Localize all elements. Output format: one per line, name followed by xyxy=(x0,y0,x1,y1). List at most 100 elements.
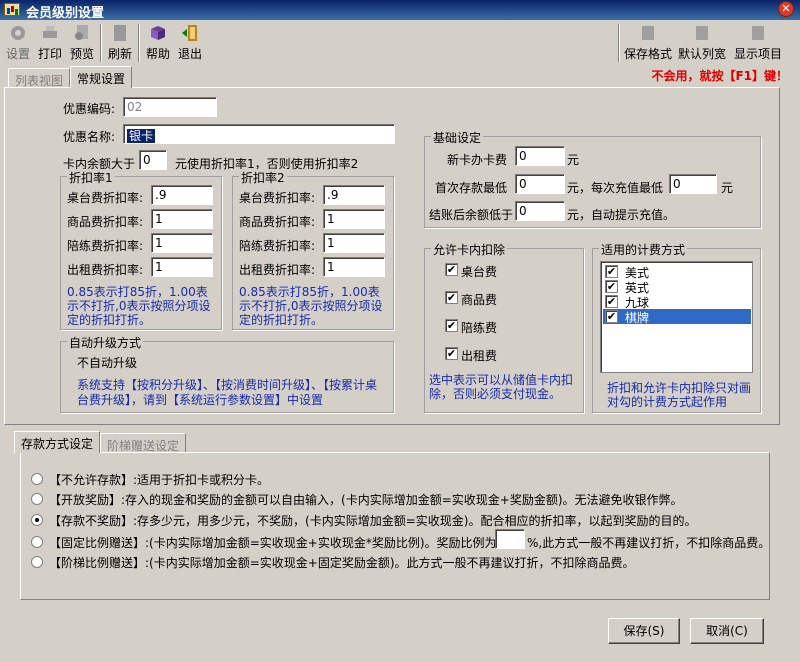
code-field[interactable]: 02 xyxy=(123,97,217,117)
book-icon xyxy=(151,26,165,40)
print-label: 打印 xyxy=(37,47,62,61)
cancel-button[interactable]: 取消(C) xyxy=(690,618,764,644)
deposit-option-open-reward-title: 【开放奖励】 xyxy=(49,493,122,507)
rate1-coach-field[interactable]: 1 xyxy=(151,233,213,253)
gear-icon xyxy=(11,26,25,40)
general-panel: 优惠编码: 02 优惠名称: 银卡 卡内余额大于 0 元使用折扣率1，否则使用折… xyxy=(4,87,780,425)
deposit-option-no-reward[interactable]: 【存款不奖励】:存多少元，用多少元，不奖励，(卡内实际增加金额=实收现金)。配合… xyxy=(49,512,696,529)
each-deposit-field[interactable]: 0 xyxy=(669,174,717,194)
tab-ladder-gift[interactable]: 阶梯赠送设定 xyxy=(100,433,187,453)
print-button[interactable]: 打印 xyxy=(36,23,64,65)
name-label: 优惠名称: xyxy=(63,130,116,144)
low-balance-suffix: 元，自动提示充值。 xyxy=(567,208,676,222)
tab-list-view[interactable]: 列表视图 xyxy=(8,68,71,88)
billing-cards-checkbox[interactable]: ✔ xyxy=(605,310,618,323)
exit-label: 退出 xyxy=(177,47,202,61)
preview-button[interactable]: 预览 xyxy=(68,23,96,65)
columns-icon xyxy=(696,26,708,40)
save-format-button[interactable]: 保存格式 xyxy=(622,23,674,65)
name-field[interactable]: 银卡 xyxy=(123,124,395,144)
tab-deposit-method[interactable]: 存款方式设定 xyxy=(14,431,101,453)
billing-methods-title: 适用的计费方式 xyxy=(599,241,688,258)
allow-deduct-group: 允许卡内扣除 ✔ 桌台费 ✔ 商品费 ✔ 陪练费 ✔ 出租费 选中表示可以从储值… xyxy=(424,241,584,413)
deposit-option-ladder-ratio-desc: :(卡内实际增加金额=实收现金+固定奖励金额)。此方式一般不再建议打折，不扣除商… xyxy=(145,556,635,570)
app-icon xyxy=(4,3,20,16)
rate2-table-label: 桌台费折扣率: xyxy=(239,191,316,205)
low-balance-field[interactable]: 0 xyxy=(515,201,565,221)
new-card-fee-field[interactable]: 0 xyxy=(515,146,565,166)
default-columns-label: 默认列宽 xyxy=(677,47,726,61)
billing-english-checkbox[interactable]: ✔ xyxy=(605,280,618,293)
deposit-option-fixed-ratio[interactable]: 【固定比例赠送】:(卡内实际增加金额=实收现金+实收现金*奖励比例)。奖励比例为 xyxy=(49,534,497,551)
discount-rate1-group: 折扣率1 桌台费折扣率: .9 商品费折扣率: 1 陪练费折扣率: 1 出租费折… xyxy=(60,169,222,330)
deposit-option-ladder-ratio-radio[interactable] xyxy=(31,556,43,568)
deposit-option-no-reward-radio[interactable] xyxy=(31,514,43,526)
billing-methods-group: 适用的计费方式 ✔ 美式 ✔ 英式 ✔ 九球 ✔ 棋牌 折扣和允许卡内扣除只对画… xyxy=(592,241,761,413)
title-bar: 会员级别设置 ✕ xyxy=(0,0,800,21)
deduct-table-checkbox[interactable]: ✔ xyxy=(445,263,458,276)
discount-rate2-title: 折扣率2 xyxy=(239,169,287,186)
first-deposit-field[interactable]: 0 xyxy=(515,174,565,194)
discount-rate1-title: 折扣率1 xyxy=(67,169,115,186)
deduct-rental-checkbox[interactable]: ✔ xyxy=(445,347,458,360)
auto-upgrade-note: 系统支持【按积分升级】、【按消费时间升级】、【按累计桌台费升级】，请到【系统运行… xyxy=(77,378,378,407)
preview-icon xyxy=(75,25,88,40)
rate2-goods-field[interactable]: 1 xyxy=(323,209,385,229)
exit-button[interactable]: 退出 xyxy=(176,23,204,65)
default-columns-button[interactable]: 默认列宽 xyxy=(676,23,728,65)
show-items-label: 显示项目 xyxy=(733,47,782,61)
rate1-table-field[interactable]: .9 xyxy=(151,185,213,205)
billing-item-american[interactable]: ✔ 美式 xyxy=(603,264,751,280)
help-button[interactable]: 帮助 xyxy=(144,23,172,65)
deposit-method-panel: 【不允许存款】:适用于折扣卡或积分卡。 【开放奖励】:存入的现金和奖励的金额可以… xyxy=(20,452,770,600)
rate2-coach-field[interactable]: 1 xyxy=(323,233,385,253)
rate2-rental-label: 出租费折扣率: xyxy=(239,263,316,277)
new-card-fee-unit: 元 xyxy=(567,153,580,167)
deduct-coach-checkbox[interactable]: ✔ xyxy=(445,319,458,332)
billing-item-nineball[interactable]: ✔ 九球 xyxy=(603,294,751,310)
toolbar-separator xyxy=(100,24,102,62)
name-value: 银卡 xyxy=(127,129,156,143)
deposit-option-no-reward-title: 【存款不奖励】 xyxy=(49,514,134,528)
billing-item-cards[interactable]: ✔ 棋牌 xyxy=(603,309,751,325)
rate1-goods-field[interactable]: 1 xyxy=(151,209,213,229)
help-label: 帮助 xyxy=(145,47,170,61)
deposit-option-no-deposit[interactable]: 【不允许存款】:适用于折扣卡或积分卡。 xyxy=(49,471,269,488)
refresh-button[interactable]: 刷新 xyxy=(106,23,134,65)
rate1-coach-label: 陪练费折扣率: xyxy=(67,239,144,253)
rate2-rental-field[interactable]: 1 xyxy=(323,257,385,277)
close-button[interactable]: ✕ xyxy=(778,1,794,17)
auto-upgrade-value[interactable]: 不自动升级 xyxy=(77,354,137,371)
settings-label: 设置 xyxy=(5,47,30,61)
deposit-option-no-deposit-desc: :适用于折扣卡或积分卡。 xyxy=(133,473,270,487)
auto-upgrade-group: 自动升级方式 不自动升级 系统支持【按积分升级】、【按消费时间升级】、【按累计桌… xyxy=(60,334,394,413)
deposit-option-open-reward[interactable]: 【开放奖励】:存入的现金和奖励的金额可以自由输入，(卡内实际增加金额=实收现金+… xyxy=(49,491,683,508)
toolbar-separator xyxy=(138,24,140,62)
reward-ratio-field[interactable] xyxy=(495,529,525,549)
deposit-option-ladder-ratio[interactable]: 【阶梯比例赠送】:(卡内实际增加金额=实收现金+固定奖励金额)。此方式一般不再建… xyxy=(49,554,635,571)
tab-general[interactable]: 常规设置 xyxy=(70,66,133,88)
reward-ratio-suffix: %,此方式一般不再建议打折，不扣除商品费。 xyxy=(527,536,771,550)
billing-methods-note: 折扣和允许卡内扣除只对画对勾的计费方式起作用 xyxy=(607,381,752,409)
first-deposit-mid: 元，每次充值最低 xyxy=(567,181,664,195)
billing-american-checkbox[interactable]: ✔ xyxy=(605,265,618,278)
deposit-option-fixed-ratio-radio[interactable] xyxy=(31,536,43,548)
balance-threshold-field[interactable]: 0 xyxy=(139,150,167,170)
rate1-rental-field[interactable]: 1 xyxy=(151,257,213,277)
deposit-option-no-deposit-radio[interactable] xyxy=(31,473,43,485)
show-items-button[interactable]: 显示项目 xyxy=(730,23,786,65)
rate1-note: 0.85表示打85折，1.00表示不打折,0表示按照分项设定的折扣打折。 xyxy=(67,285,211,327)
rate2-table-field[interactable]: .9 xyxy=(323,185,385,205)
auto-upgrade-title: 自动升级方式 xyxy=(67,334,144,351)
billing-nineball-checkbox[interactable]: ✔ xyxy=(605,295,618,308)
deduct-goods-checkbox[interactable]: ✔ xyxy=(445,291,458,304)
settings-button[interactable]: 设置 xyxy=(4,23,32,65)
billing-item-english[interactable]: ✔ 英式 xyxy=(603,279,751,295)
show-items-icon xyxy=(752,26,764,40)
deposit-option-no-reward-desc: :存多少元，用多少元，不奖励，(卡内实际增加金额=实收现金)。配合相应的折扣率，… xyxy=(133,514,697,528)
deposit-option-open-reward-radio[interactable] xyxy=(31,493,43,505)
deposit-option-no-deposit-title: 【不允许存款】 xyxy=(49,473,134,487)
billing-methods-list[interactable]: ✔ 美式 ✔ 英式 ✔ 九球 ✔ 棋牌 xyxy=(600,261,753,373)
save-button[interactable]: 保存(S) xyxy=(608,618,680,644)
basic-settings-title: 基础设定 xyxy=(431,129,484,146)
